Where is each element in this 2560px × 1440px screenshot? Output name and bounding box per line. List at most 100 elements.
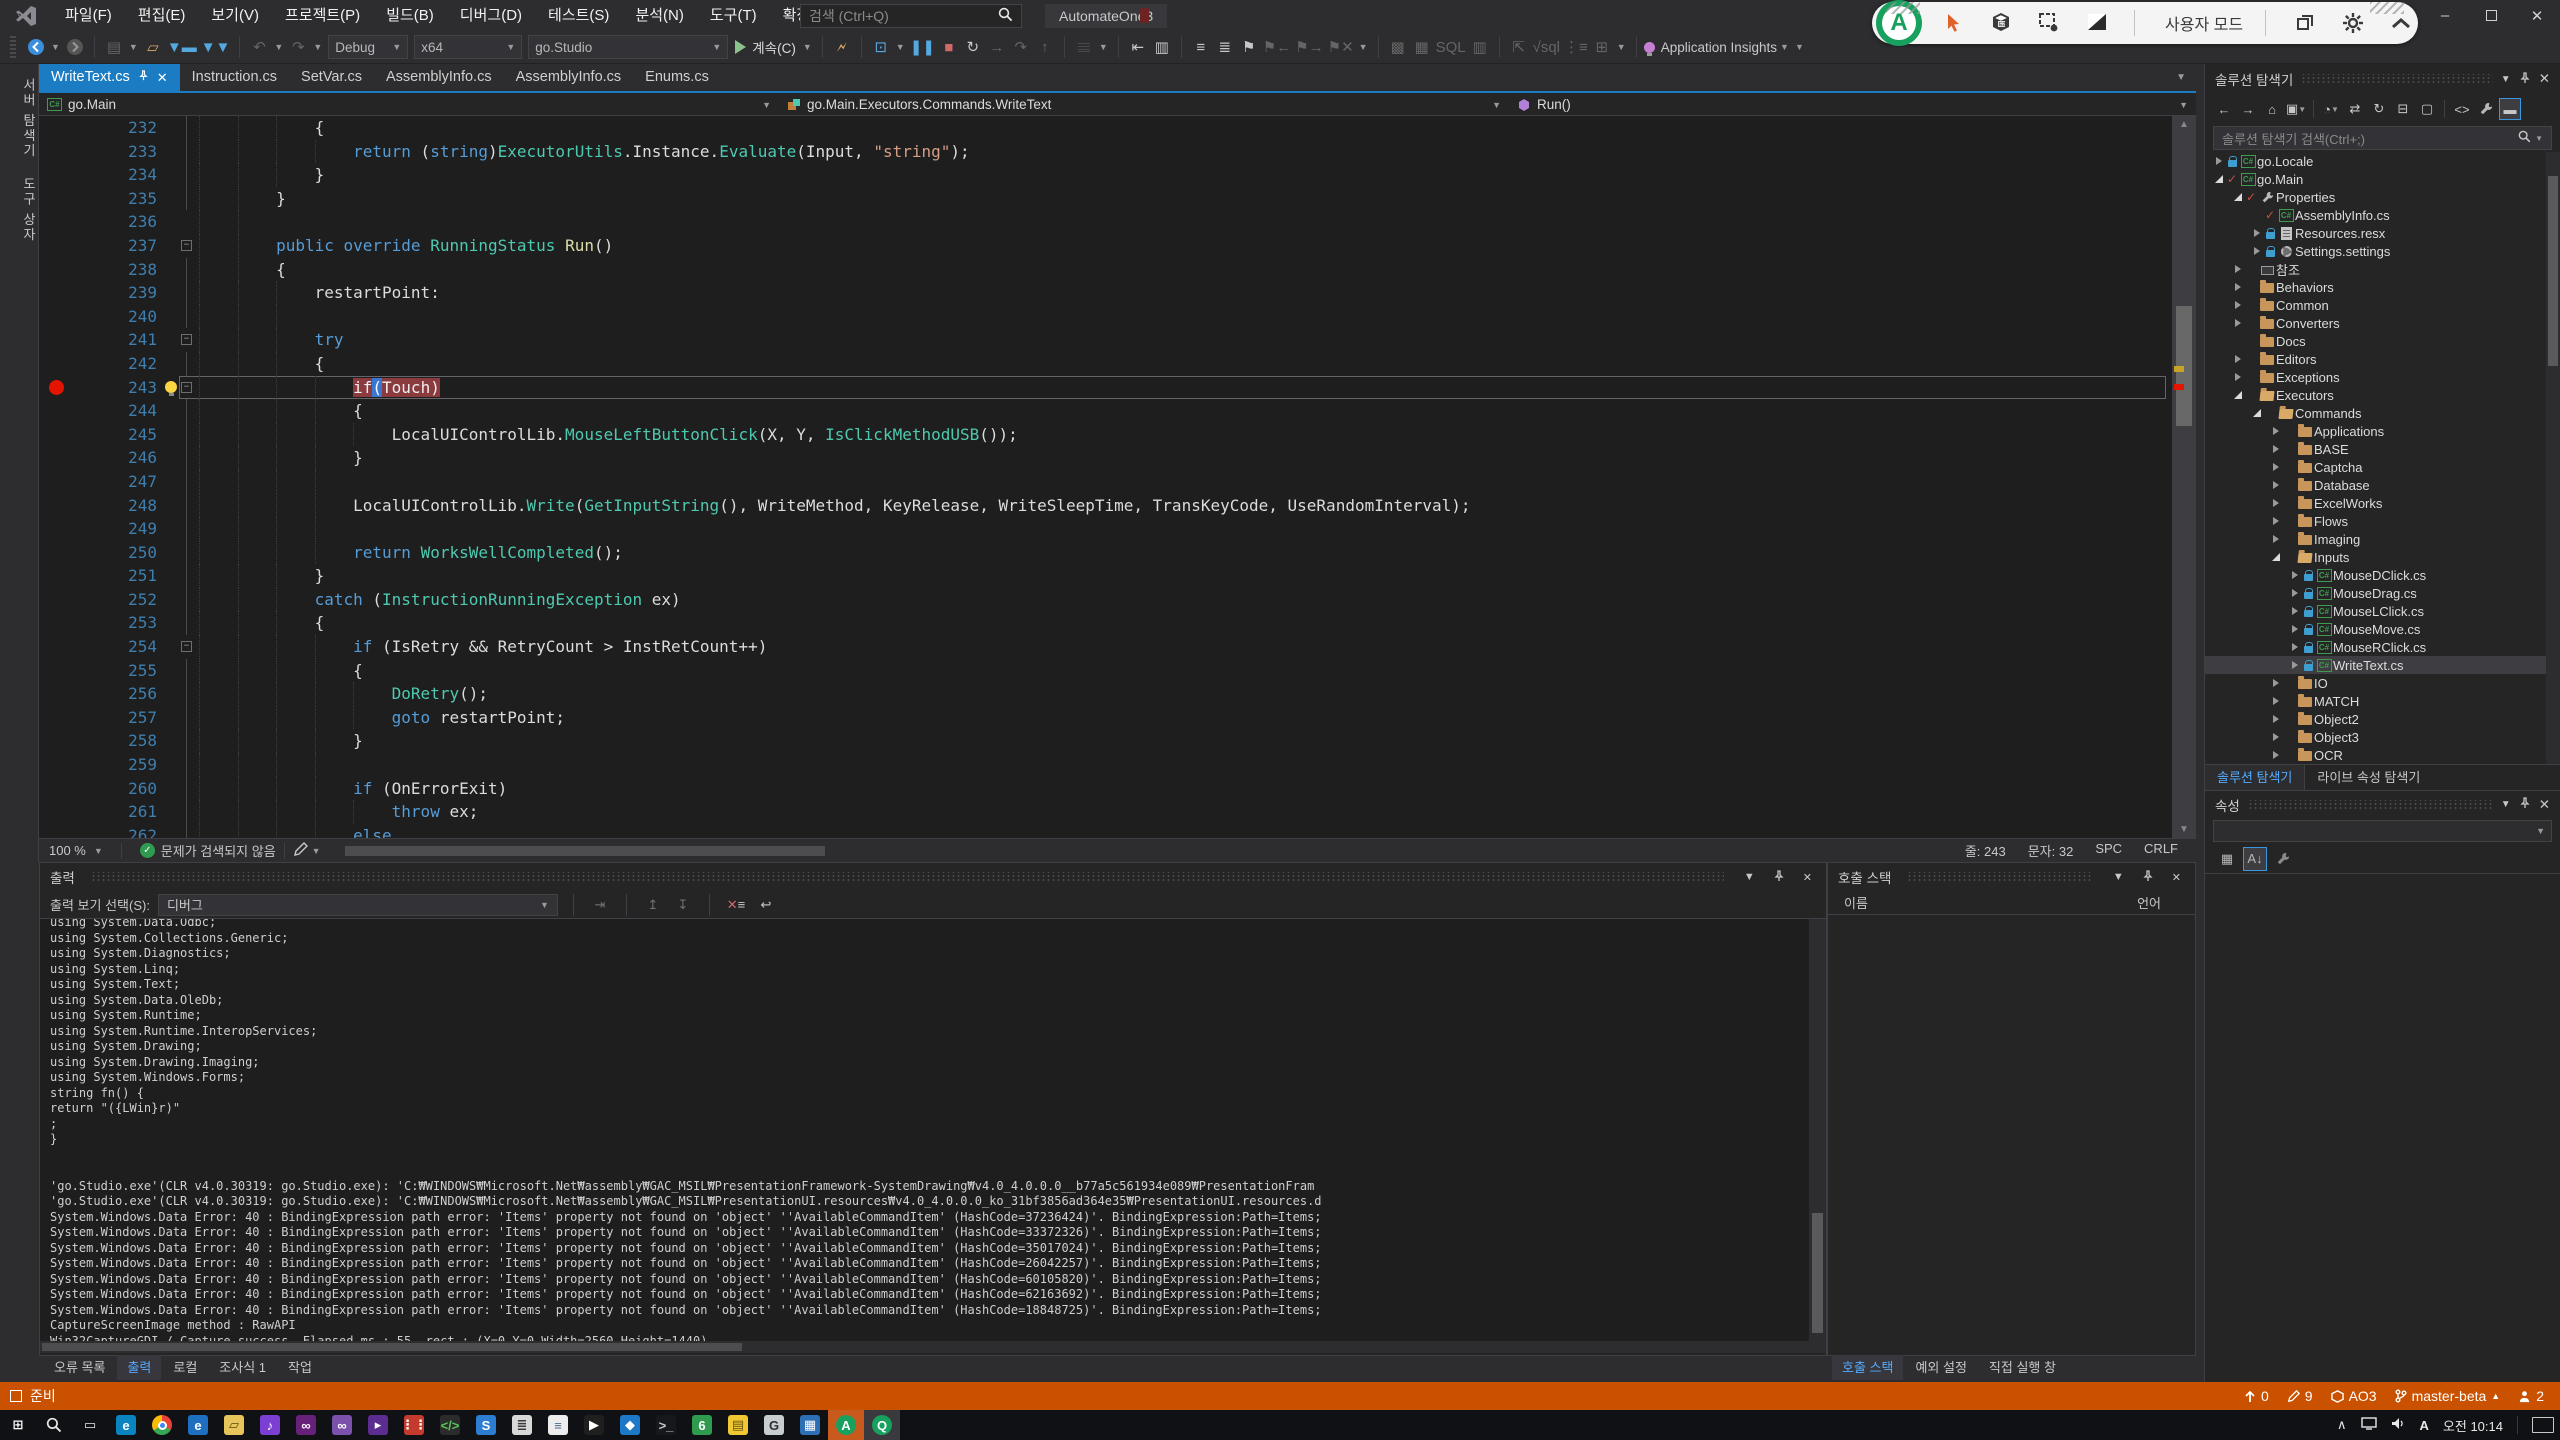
close-icon[interactable]: ✕	[157, 64, 168, 91]
git-branch-indicator[interactable]: master-beta ▲	[2395, 1388, 2501, 1404]
close-icon[interactable]: ✕	[2168, 871, 2185, 884]
preview-selected-items-icon[interactable]: ▬	[2499, 98, 2521, 120]
save-icon[interactable]: ▼▬	[165, 35, 199, 59]
table-add-icon[interactable]: ⊞	[1590, 35, 1614, 59]
collapsed-arrow-icon[interactable]	[2289, 661, 2301, 669]
clock[interactable]: 오전 10:14	[2443, 1416, 2503, 1435]
properties-wrench-icon[interactable]	[2475, 98, 2497, 120]
tree-item-MouseDrag.cs[interactable]: C#MouseDrag.cs	[2205, 584, 2560, 602]
solution-config-dropdown[interactable]: Debug▼	[328, 35, 408, 59]
tree-item-Captcha[interactable]: Captcha	[2205, 458, 2560, 476]
nav-member-dropdown[interactable]: Run() ▼	[1509, 93, 2196, 116]
solution-explorer-title-bar[interactable]: 솔루션 탐색기 ▼ ✕	[2205, 64, 2560, 94]
live-share-participants-indicator[interactable]: 2	[2518, 1388, 2544, 1404]
output-source-dropdown[interactable]: 디버그 ▼	[158, 894, 558, 916]
step-over-icon[interactable]: ↷	[1009, 35, 1033, 59]
output-panel-title-bar[interactable]: 출력 ▼ ✕	[40, 863, 1826, 891]
yellow-doc-app-icon[interactable]: ▤	[720, 1410, 756, 1440]
expanded-arrow-icon[interactable]	[2213, 175, 2225, 183]
code-line-260[interactable]: 260 if (OnErrorExit)	[39, 777, 2196, 801]
collapsed-arrow-icon[interactable]	[2270, 697, 2282, 705]
zoom-level-dropdown[interactable]: 100 % ▼	[39, 843, 113, 858]
tree-item-go.Main[interactable]: ✓C#go.Main	[2205, 170, 2560, 188]
code-line-241[interactable]: 241− try	[39, 328, 2196, 352]
comment-icon[interactable]: ≡	[1189, 35, 1213, 59]
collapsed-arrow-icon[interactable]	[2251, 229, 2263, 237]
chrome-icon[interactable]	[144, 1410, 180, 1440]
collapsed-arrow-icon[interactable]	[2270, 499, 2282, 507]
panel-tab-로컬[interactable]: 로컬	[163, 1355, 207, 1380]
display-tray-icon[interactable]	[2361, 1417, 2377, 1433]
window-position-icon[interactable]: ▼	[1740, 871, 1759, 883]
doc-app-icon[interactable]: ≣	[504, 1410, 540, 1440]
ime-language-indicator[interactable]: A	[2420, 1418, 2429, 1433]
properties-grid[interactable]	[2205, 874, 2560, 1314]
step-out-icon[interactable]: ↑	[1033, 35, 1057, 59]
tree-item-Exceptions[interactable]: Exceptions	[2205, 368, 2560, 386]
list-settings-icon[interactable]: ⋮≡	[1562, 35, 1590, 59]
collapsed-arrow-icon[interactable]	[2232, 301, 2244, 309]
panel-tab-오류 목록[interactable]: 오류 목록	[44, 1355, 115, 1380]
tree-item-WriteText.cs[interactable]: C#WriteText.cs	[2205, 656, 2560, 674]
menu-item-1[interactable]: 편집(E)	[125, 0, 199, 31]
minimize-button[interactable]: –	[2422, 0, 2468, 31]
action-center-icon[interactable]	[2532, 1417, 2554, 1433]
code-line-237[interactable]: 237− public override RunningStatus Run()	[39, 234, 2196, 258]
fold-collapse-icon[interactable]: −	[181, 334, 192, 345]
region-select-icon[interactable]	[2032, 6, 2066, 40]
collapsed-arrow-icon[interactable]	[2270, 733, 2282, 741]
quick-search-box[interactable]: 검색 (Ctrl+Q)	[800, 4, 1022, 28]
alphabetical-sort-icon[interactable]: A↓	[2243, 847, 2267, 871]
tree-item-MouseRClick.cs[interactable]: C#MouseRClick.cs	[2205, 638, 2560, 656]
collapsed-arrow-icon[interactable]	[2289, 625, 2301, 633]
editor-horizontal-scrollbar[interactable]	[335, 844, 1951, 858]
tree-item-Behaviors[interactable]: Behaviors	[2205, 278, 2560, 296]
word-wrap-icon[interactable]: ↩	[755, 894, 777, 916]
notepad-icon[interactable]: ≡	[540, 1410, 576, 1440]
sync-with-active-document-icon[interactable]: ⇄	[2344, 98, 2366, 120]
video-app-icon[interactable]: ▶	[576, 1410, 612, 1440]
code-line-261[interactable]: 261 throw ex;	[39, 800, 2196, 824]
menu-item-6[interactable]: 테스트(S)	[535, 0, 622, 31]
solution-search-box[interactable]: 솔루션 탐색기 검색(Ctrl+;) ▼	[2213, 126, 2552, 150]
tree-item-Inputs[interactable]: Inputs	[2205, 548, 2560, 566]
tray-expand-chevron-icon[interactable]: ∧	[2337, 1417, 2347, 1433]
prev-bookmark-icon[interactable]: ⚑←	[1261, 35, 1293, 59]
menu-item-8[interactable]: 도구(T)	[697, 0, 770, 31]
code-line-257[interactable]: 257 goto restartPoint;	[39, 706, 2196, 730]
clear-all-icon[interactable]: ✕≡	[725, 894, 747, 916]
collapsed-arrow-icon[interactable]	[2289, 607, 2301, 615]
tree-item-MouseMove.cs[interactable]: C#MouseMove.cs	[2205, 620, 2560, 638]
tree-item-Object3[interactable]: Object3	[2205, 728, 2560, 746]
vs-purple2-icon[interactable]: ∞	[324, 1410, 360, 1440]
code-line-245[interactable]: 245 LocalUIControlLib.MouseLeftButtonCli…	[39, 423, 2196, 447]
code-line-243[interactable]: 243− if(Touch)	[39, 376, 2196, 400]
view-code-icon[interactable]: <>	[2451, 98, 2473, 120]
menu-item-3[interactable]: 프로젝트(P)	[272, 0, 373, 31]
next-bookmark-icon[interactable]: ⚑→	[1293, 35, 1325, 59]
collapsed-arrow-icon[interactable]	[2232, 283, 2244, 291]
uncomment-icon[interactable]: ≣	[1213, 35, 1237, 59]
media2-app-icon[interactable]: ▸	[360, 1410, 396, 1440]
menu-item-2[interactable]: 보기(V)	[198, 0, 272, 31]
call-stack-rows[interactable]	[1828, 915, 2195, 1353]
editor-tab-SetVar.cs[interactable]: SetVar.cs	[289, 64, 374, 91]
expanded-arrow-icon[interactable]	[2270, 553, 2282, 561]
navigate-forward-icon[interactable]	[63, 35, 87, 59]
code-line-252[interactable]: 252 catch (InstructionRunningException e…	[39, 588, 2196, 612]
collapsed-arrow-icon[interactable]	[2270, 679, 2282, 687]
close-icon[interactable]: ✕	[1799, 871, 1816, 884]
next-message-icon[interactable]: ↧	[672, 894, 694, 916]
clear-bookmark-icon[interactable]: ⚑✕	[1326, 35, 1356, 59]
pin-icon[interactable]	[2519, 797, 2531, 812]
breakpoint-icon[interactable]	[49, 380, 64, 395]
code-line-232[interactable]: 232 {	[39, 116, 2196, 140]
copy-view-icon[interactable]: ▢	[2416, 98, 2438, 120]
switch-views-icon[interactable]: ▣▼	[2285, 98, 2307, 120]
start-button[interactable]: ⊞	[0, 1410, 36, 1440]
nav-project-dropdown[interactable]: C# go.Main ▼	[39, 93, 779, 116]
pin-icon[interactable]	[2519, 72, 2531, 87]
tree-item-AssemblyInfo.cs[interactable]: ✓C#AssemblyInfo.cs	[2205, 206, 2560, 224]
collapsed-arrow-icon[interactable]	[2270, 751, 2282, 759]
home-icon[interactable]: ⌂	[2261, 98, 2283, 120]
